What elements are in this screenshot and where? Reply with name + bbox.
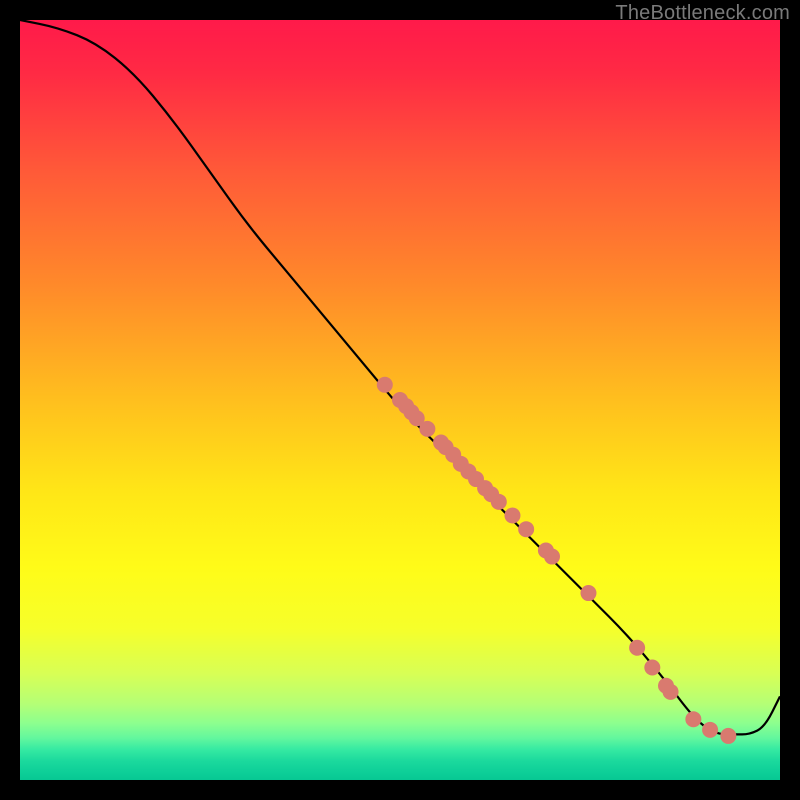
data-dot xyxy=(685,711,701,727)
plot-area xyxy=(20,20,780,780)
frame: TheBottleneck.com xyxy=(0,0,800,800)
data-dot xyxy=(419,421,435,437)
data-dot xyxy=(518,521,534,537)
data-dot xyxy=(504,508,520,524)
data-dot xyxy=(663,684,679,700)
bottleneck-curve xyxy=(20,20,780,734)
data-dot xyxy=(491,494,507,510)
watermark-text: TheBottleneck.com xyxy=(615,2,790,25)
chart-svg xyxy=(20,20,780,780)
data-dot xyxy=(377,377,393,393)
data-dot xyxy=(720,728,736,744)
data-dot xyxy=(580,585,596,601)
data-dot xyxy=(644,660,660,676)
data-dots xyxy=(377,377,737,744)
data-dot xyxy=(544,549,560,565)
data-dot xyxy=(702,722,718,738)
data-dot xyxy=(629,640,645,656)
